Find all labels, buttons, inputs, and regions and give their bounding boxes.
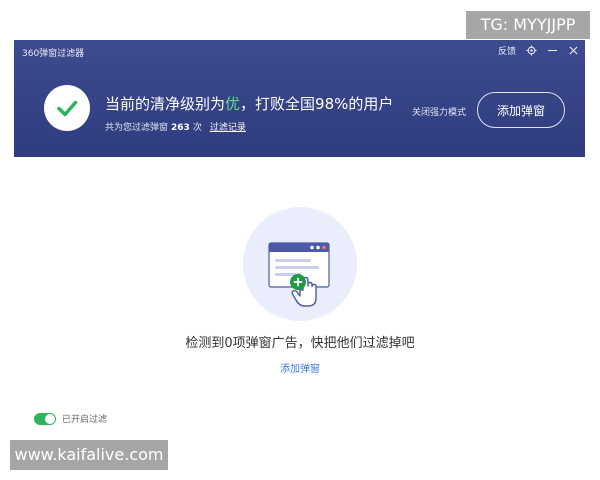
filtered-count: 263 (171, 123, 190, 133)
disable-strong-mode-link[interactable]: 关闭强力模式 (412, 105, 466, 118)
add-popup-link[interactable]: 添加弹窗 (280, 364, 320, 375)
filter-summary: 共为您过滤弹窗 263 次过滤记录 (105, 120, 246, 133)
add-popup-button[interactable]: 添加弹窗 (477, 92, 565, 128)
filter-toggle-row: 已开启过滤 (34, 412, 107, 425)
check-icon (57, 100, 78, 117)
summary-unit: 次 (192, 123, 202, 133)
empty-state-message: 检测到0项弹窗广告，快把他们过滤掉吧 (185, 336, 415, 351)
close-icon[interactable] (568, 45, 579, 56)
toggle-knob (45, 413, 55, 424)
summary-prefix: 共为您过滤弹窗 (105, 123, 169, 133)
empty-state-illustration (242, 206, 358, 322)
header-banner: 360弹窗过滤器 反馈 当前的清净级别为优，打败全国98%的用户 共为您过滤弹窗… (14, 40, 585, 157)
feedback-button[interactable]: 反馈 (498, 44, 516, 57)
watermark-bottom: www.kaifalive.com (10, 440, 168, 470)
app-title: 360弹窗过滤器 (22, 49, 85, 59)
status-headline: 当前的清净级别为优，打败全国98%的用户 (105, 93, 393, 114)
clean-level: 优 (225, 95, 241, 113)
filter-log-link[interactable]: 过滤记录 (210, 123, 246, 133)
filter-toggle[interactable] (34, 412, 56, 425)
empty-state-add-wrapper: 添加弹窗 (0, 360, 600, 375)
gear-icon[interactable] (526, 45, 537, 56)
status-check-badge (44, 85, 90, 131)
window-controls: 反馈 (498, 44, 579, 57)
minimize-icon[interactable] (547, 45, 558, 56)
watermark-top: TG: MYYJJPP (466, 11, 590, 39)
filter-toggle-label: 已开启过滤 (62, 415, 108, 425)
headline-suffix: ，打败全国98%的用户 (240, 95, 394, 113)
popup-window-add-icon (243, 207, 357, 321)
headline-prefix: 当前的清净级别为 (105, 95, 226, 113)
